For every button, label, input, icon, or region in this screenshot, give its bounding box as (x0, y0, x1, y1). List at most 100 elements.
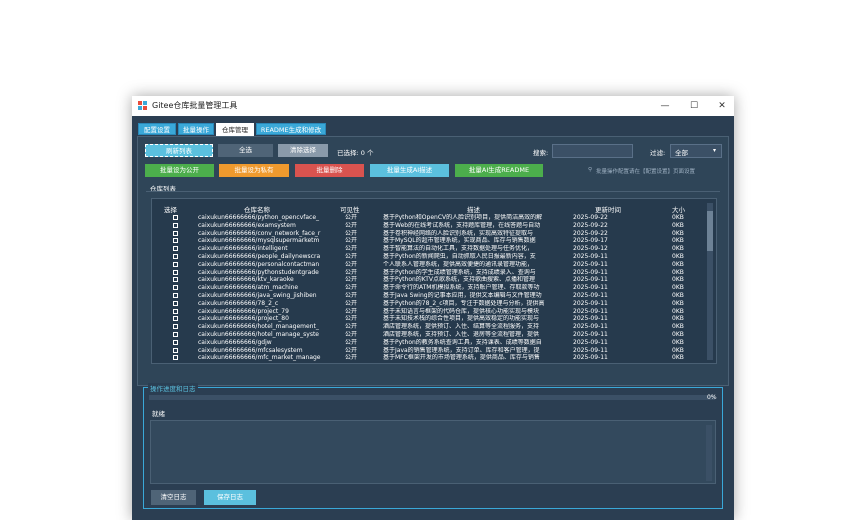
filter-select[interactable]: 全部 ▾ (670, 144, 722, 158)
clear-log-button[interactable]: 清空日志 (151, 490, 196, 505)
ai-readme-button[interactable]: 批量AI生成README (455, 164, 543, 177)
row-checkbox[interactable] (173, 254, 178, 259)
row-checkbox[interactable] (173, 215, 178, 220)
refresh-list-button[interactable]: 刷新列表 (145, 144, 213, 157)
table-row[interactable]: caixukun66666666/people_dailynewscra 公开 基于… (152, 253, 706, 261)
table-row[interactable]: caixukun66666666/mysqlsupermarketm 公开 基于My… (152, 237, 706, 245)
row-checkbox[interactable] (173, 277, 178, 283)
visibility-cell: 公开 (345, 237, 358, 245)
maximize-icon[interactable]: ☐ (685, 99, 703, 113)
table-row[interactable]: caixukun66666666/mfc_market_manage 公开 基于MF… (152, 354, 706, 362)
updated-cell: 2025-09-11 (573, 299, 608, 307)
row-checkbox[interactable] (173, 339, 178, 345)
table-row[interactable]: caixukun66666666/python_opencvface_ 公开 基于P… (152, 214, 706, 222)
row-checkbox[interactable] (173, 269, 178, 275)
set-private-button[interactable]: 批量设为私有 (219, 164, 289, 177)
description-cell: 基于Python的KTV点歌系统，支持歌曲搜索、点播和管理 (383, 276, 536, 284)
visibility-cell: 公开 (345, 338, 358, 346)
row-checkbox[interactable] (173, 324, 178, 330)
row-checkbox[interactable] (173, 238, 178, 244)
column-header-updated: 更新时间 (595, 206, 621, 214)
description-cell: 基于Python和OpenCV的人脸识别项目，提供简洁高效的解 (383, 214, 543, 221)
repo-name-cell: caixukun66666666/intelligent (198, 245, 288, 253)
repo-table: 选择 仓库名称 可见性 描述 更新时间 大小 caixukun66666666/… (151, 198, 717, 364)
tab-config[interactable]: 配置设置 (138, 123, 176, 135)
table-row[interactable]: caixukun66666666/hotel_management_ 公开 酒店管理… (152, 323, 706, 331)
ai-description-button[interactable]: 批量生成AI描述 (370, 164, 449, 177)
updated-cell: 2025-09-17 (573, 237, 608, 245)
description-cell: 酒店管理系统，支持预订、入住、退房等全流程管理，提供 (383, 331, 540, 338)
repo-name-cell: caixukun66666666/mysqlsupermarketm (198, 237, 320, 245)
table-row[interactable]: caixukun66666666/project_80 公开 基于未知技术栈的综合性… (152, 315, 706, 323)
minimize-icon[interactable]: — (656, 99, 674, 113)
tab-readme[interactable]: README生成和修改 (256, 123, 326, 135)
select-all-button[interactable]: 全选 (218, 144, 273, 157)
size-cell: 0KB (672, 229, 684, 237)
column-header-description: 描述 (467, 206, 480, 214)
set-public-button[interactable]: 批量设为公开 (145, 164, 214, 177)
row-checkbox[interactable] (173, 230, 178, 236)
table-row[interactable]: caixukun66666666/gdjw 公开 基于Python的教务系统查询工具… (152, 339, 706, 347)
search-input[interactable] (552, 144, 633, 158)
clear-selection-button[interactable]: 清除选择 (278, 144, 328, 157)
table-row[interactable]: caixukun66666666/ktv_karaoke 公开 基于Python的K… (152, 276, 706, 284)
scrollbar-thumb[interactable] (707, 211, 713, 251)
visibility-cell: 公开 (345, 284, 358, 292)
log-output[interactable] (150, 420, 716, 484)
row-checkbox[interactable] (173, 246, 178, 252)
repo-name-cell: caixukun66666666/pythonstudentgrade (198, 268, 319, 276)
log-scrollbar[interactable] (706, 425, 712, 481)
window-title: Gitee仓库批量管理工具 (152, 101, 238, 110)
settings-hint: 批量操作配置请在【配置设置】页面设置 (596, 169, 696, 175)
description-cell: 基于Java Swing的记事本应用，提供文本编辑与文件管理功 (383, 292, 542, 299)
tab-batch[interactable]: 批量操作 (178, 123, 214, 135)
title-bar: Gitee仓库批量管理工具 — ☐ ✕ (132, 96, 734, 116)
batch-delete-button[interactable]: 批量删除 (295, 164, 364, 177)
row-checkbox[interactable] (173, 316, 178, 322)
description-cell: 酒店管理系统，提供预订、入住、结算等全流程服务，支持 (383, 323, 540, 331)
table-row[interactable]: caixukun66666666/mfcsalesystem 公开 基于Java的销… (152, 347, 706, 355)
table-row[interactable]: caixukun66666666/personalcontactman 公开 个人联… (152, 261, 706, 269)
table-row[interactable]: caixukun66666666/intelligent 公开 基于智能算法的自动化… (152, 245, 706, 253)
description-cell: 基于Python的新闻爬虫，自动抓取人民日报最新内容，支 (383, 253, 536, 260)
table-scrollbar[interactable] (707, 203, 713, 360)
table-row[interactable]: caixukun66666666/java_swing_jishiben 公开 基于… (152, 292, 706, 300)
visibility-cell: 公开 (345, 354, 358, 362)
close-icon[interactable]: ✕ (713, 99, 731, 113)
table-row[interactable]: caixukun66666666/project_79 公开 基于未知语言与框架的代… (152, 308, 706, 316)
repo-name-cell: caixukun66666666/hotel_manage_syste (198, 331, 319, 338)
row-checkbox[interactable] (173, 300, 178, 306)
table-row[interactable]: caixukun66666666/78_2_c 公开 基于Python的78_2_c… (152, 300, 706, 308)
save-log-button[interactable]: 保存日志 (204, 490, 256, 505)
visibility-cell: 公开 (345, 315, 358, 323)
size-cell: 0KB (672, 346, 684, 354)
size-cell: 0KB (672, 331, 684, 338)
description-cell: 基于未知语言与框架的代码仓库，提供核心功能实现与模块 (383, 307, 540, 315)
row-checkbox[interactable] (173, 355, 178, 361)
filter-value: 全部 (675, 149, 688, 157)
status-text: 就绪 (152, 410, 165, 418)
size-cell: 0KB (672, 338, 684, 346)
row-checkbox[interactable] (173, 285, 178, 291)
size-cell: 0KB (672, 292, 684, 299)
table-row[interactable]: caixukun66666666/hotel_manage_syste 公开 酒店管… (152, 331, 706, 339)
table-row[interactable]: caixukun66666666/pythonstudentgrade 公开 基于P… (152, 269, 706, 277)
row-checkbox[interactable] (173, 222, 178, 228)
updated-cell: 2025-09-22 (573, 214, 608, 221)
row-checkbox[interactable] (173, 332, 178, 337)
row-checkbox[interactable] (173, 308, 178, 314)
table-row[interactable]: caixukun66666666/examsystem 公开 基于Web的在线考试系… (152, 222, 706, 230)
visibility-cell: 公开 (345, 260, 358, 268)
tab-repo-manage[interactable]: 仓库管理 (216, 123, 254, 136)
description-cell: 基于未知技术栈的综合性项目，提供高效稳定的功能实现与 (383, 315, 540, 323)
table-row[interactable]: caixukun66666666/atm_machine 公开 基于命令行的ATM机… (152, 284, 706, 292)
row-checkbox[interactable] (173, 347, 178, 353)
updated-cell: 2025-09-11 (573, 354, 608, 362)
divider (146, 191, 720, 192)
row-checkbox[interactable] (173, 261, 178, 267)
visibility-cell: 公开 (345, 299, 358, 307)
table-row[interactable]: caixukun66666666/conv_network_face_r 公开 基于… (152, 230, 706, 238)
repo-name-cell: caixukun66666666/mfc_market_manage (198, 354, 321, 362)
column-header-visibility: 可见性 (340, 206, 360, 214)
row-checkbox[interactable] (173, 293, 178, 298)
